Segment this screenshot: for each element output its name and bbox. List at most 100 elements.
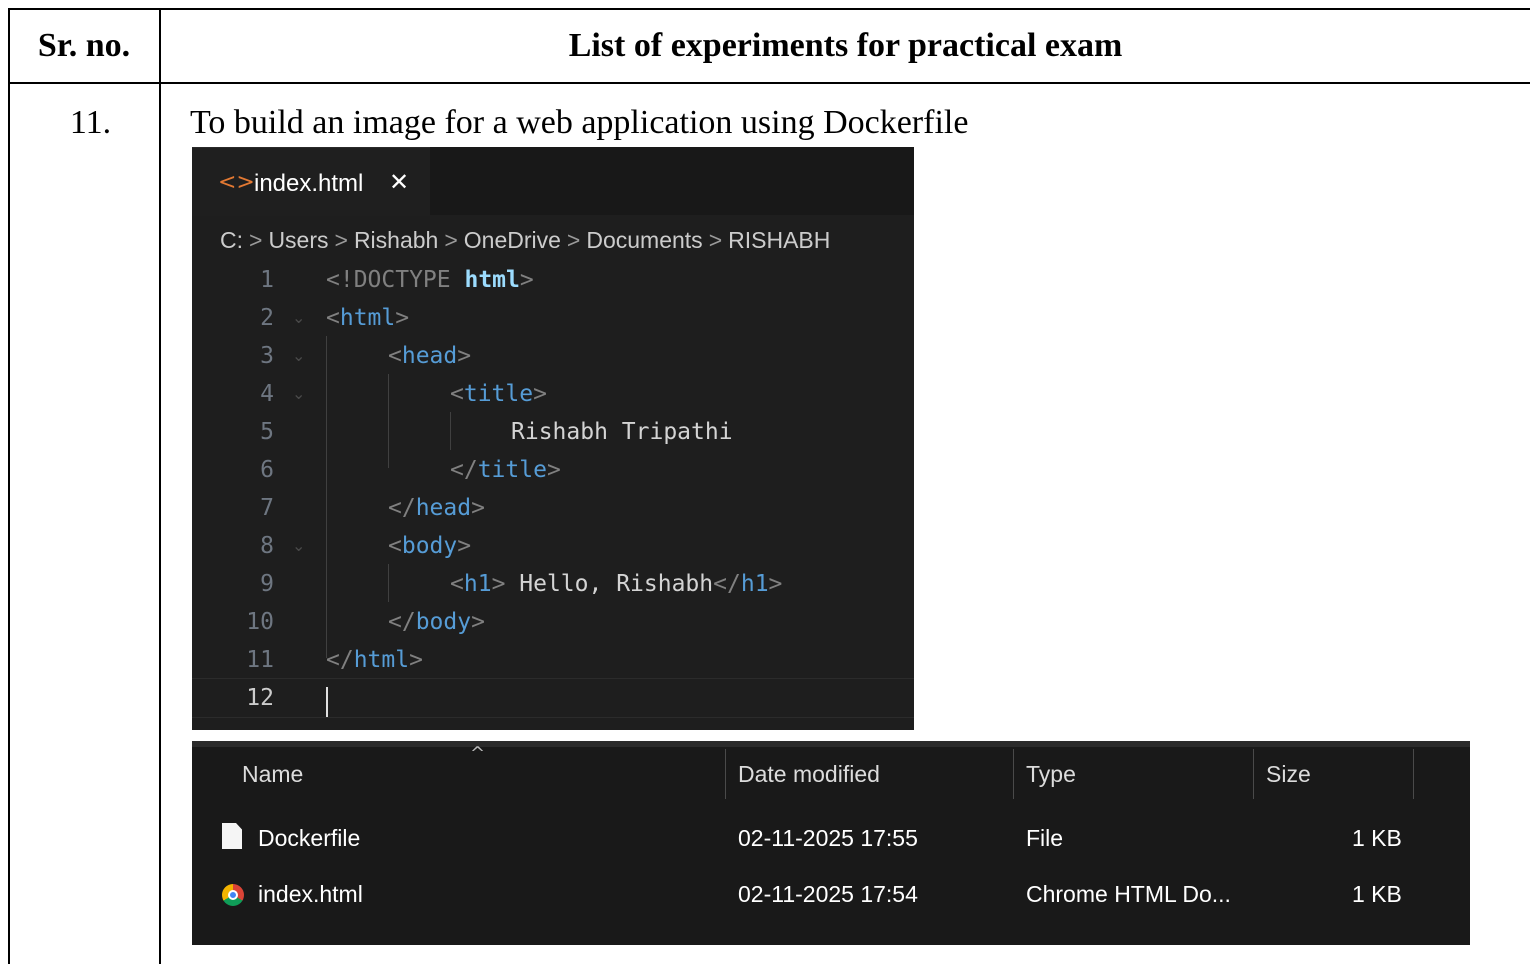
file-date-modified: 02-11-2025 17:54	[738, 881, 918, 907]
line-number: 9	[260, 571, 274, 597]
column-divider	[1013, 749, 1014, 799]
chevron-right-icon: >	[566, 227, 581, 253]
line-number: 1	[260, 267, 274, 293]
file-row[interactable]: Dockerfile 02-11-2025 17:55 File 1 KB	[192, 817, 1470, 857]
code-text: </body>	[388, 603, 485, 641]
code-token: html	[464, 267, 520, 293]
line-number: 5	[260, 419, 274, 445]
file-type: Chrome HTML Do...	[1026, 881, 1231, 907]
code-token: >	[768, 571, 783, 597]
chevron-down-icon[interactable]: ⌄	[292, 527, 305, 565]
line-number: 11	[246, 647, 274, 673]
table-header-bottom-border	[8, 82, 1530, 84]
code-token: Hello, Rishabh	[519, 571, 714, 597]
code-line: 2 ⌄ <html>	[192, 299, 914, 337]
column-header-date-modified[interactable]: Date modified	[738, 761, 880, 788]
code-text: <!DOCTYPE html>	[326, 261, 534, 299]
code-token: html	[339, 305, 396, 331]
code-token: </	[326, 647, 354, 673]
chevron-down-icon[interactable]: ⌄	[292, 299, 305, 337]
code-token: >	[519, 267, 534, 293]
column-header-name[interactable]: Name	[242, 761, 303, 788]
file-name: index.html	[258, 881, 363, 907]
html-code-icon: <>	[218, 170, 255, 195]
breadcrumb-item[interactable]: Rishabh	[354, 227, 438, 253]
chevron-down-icon[interactable]: ⌄	[292, 337, 305, 375]
code-token: <	[326, 305, 340, 331]
breadcrumb: C: > Users > Rishabh > OneDrive > Documents > RISH…	[220, 227, 830, 254]
file-type: File	[1026, 825, 1064, 851]
code-token: html	[353, 647, 410, 673]
file-date-modified: 02-11-2025 17:55	[738, 825, 918, 851]
chevron-down-icon[interactable]: ⌄	[292, 375, 305, 413]
header-experiments-list: List of experiments for practical exam	[568, 27, 1123, 64]
breadcrumb-item[interactable]: Documents	[586, 227, 702, 253]
table-left-border	[8, 8, 10, 964]
code-token: </	[450, 457, 478, 483]
file-size: 1 KB	[1352, 825, 1402, 851]
text-cursor	[326, 687, 328, 717]
code-token: <	[450, 381, 464, 407]
code-text: </head>	[388, 489, 485, 527]
column-header-size[interactable]: Size	[1266, 761, 1311, 788]
column-divider	[1413, 749, 1414, 799]
code-token: title	[477, 457, 547, 483]
code-text: <title>	[450, 375, 547, 413]
line-number: 2	[260, 305, 274, 331]
code-token: h1	[463, 571, 492, 597]
column-divider	[725, 749, 726, 799]
code-token: >	[395, 305, 410, 331]
code-token: </	[713, 571, 741, 597]
breadcrumb-item[interactable]: OneDrive	[464, 227, 561, 253]
chevron-right-icon: >	[708, 227, 723, 253]
file-name: Dockerfile	[258, 825, 361, 851]
code-line: 5 Rishabh Tripathi	[192, 413, 914, 451]
breadcrumb-item[interactable]: RISHABH	[728, 227, 830, 253]
code-token: >	[409, 647, 423, 673]
code-token: </	[388, 495, 416, 521]
chevron-right-icon: >	[444, 227, 458, 253]
file-row[interactable]: index.html 02-11-2025 17:54 Chrome HTML …	[192, 873, 1470, 913]
code-line: 8 ⌄ <body>	[192, 527, 914, 565]
code-line: 9 <h1> Hello, Rishabh</h1>	[192, 565, 914, 603]
code-token: >	[471, 609, 485, 635]
code-token: <	[450, 571, 464, 597]
code-token: >	[471, 495, 485, 521]
breadcrumb-item[interactable]: C:	[220, 227, 243, 253]
code-editor-screenshot: <> index.html ✕ C: > Users > Rishabh > OneDriv…	[192, 147, 914, 730]
code-token: title	[463, 381, 534, 407]
code-line: 6 </title>	[192, 451, 914, 489]
table-column-divider	[159, 8, 161, 964]
column-header-type[interactable]: Type	[1026, 761, 1076, 788]
column-divider	[1253, 749, 1254, 799]
code-token: h1	[740, 571, 769, 597]
breadcrumb-item[interactable]: Users	[268, 227, 328, 253]
chevron-right-icon: >	[249, 227, 263, 253]
code-token: body	[415, 609, 472, 635]
line-number: 6	[260, 457, 274, 483]
code-text: <head>	[388, 337, 471, 375]
editor-tab-label: index.html	[254, 170, 364, 197]
code-text: <html>	[326, 299, 409, 337]
code-text: <h1> Hello, Rishabh</h1>	[450, 565, 782, 603]
chrome-icon	[222, 884, 244, 906]
code-token: <	[388, 343, 402, 369]
code-text: <body>	[388, 527, 471, 565]
file-explorer-screenshot: ^ Name Date modified Type Size Dockerfil…	[192, 741, 1470, 945]
editor-tab-bar: <> index.html ✕	[192, 147, 914, 216]
line-number: 12	[246, 685, 274, 711]
row-title: To build an image for a web application …	[190, 104, 969, 141]
chevron-right-icon: >	[334, 227, 348, 253]
editor-tab-index-html[interactable]: <> index.html ✕	[192, 147, 430, 216]
explorer-top-edge	[192, 741, 1470, 747]
line-number: 8	[260, 533, 274, 559]
file-icon	[222, 823, 242, 849]
close-icon[interactable]: ✕	[389, 168, 409, 196]
code-line: 3 ⌄ <head>	[192, 337, 914, 375]
code-token: >	[491, 571, 520, 597]
code-text: </title>	[450, 451, 561, 489]
line-number: 3	[260, 343, 274, 369]
code-token: <	[388, 533, 402, 559]
code-line: 7 </head>	[192, 489, 914, 527]
code-line: 4 ⌄ <title>	[192, 375, 914, 413]
